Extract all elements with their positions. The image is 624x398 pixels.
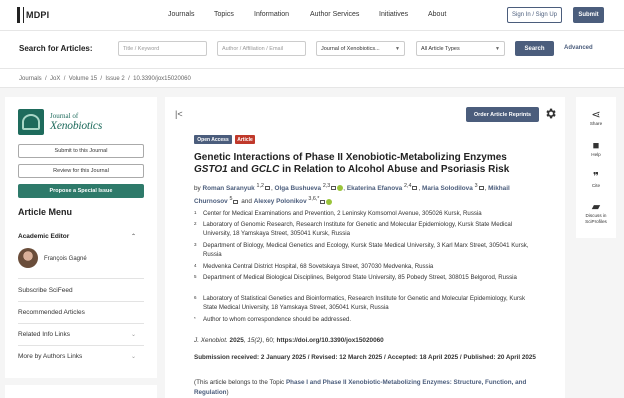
- journal-name-line1: Journal of: [50, 112, 79, 120]
- journal-name-line2[interactable]: Xenobiotics: [50, 120, 102, 132]
- editor-name[interactable]: François Gagné: [44, 256, 87, 262]
- nav-information[interactable]: Information: [254, 11, 289, 18]
- search-button[interactable]: Search: [515, 41, 554, 56]
- share-icon: ⋖: [591, 109, 601, 121]
- breadcrumb-issue[interactable]: Issue 2: [105, 76, 124, 82]
- orcid-icon[interactable]: [337, 185, 344, 192]
- email-icon[interactable]: [320, 199, 326, 204]
- sidebar-lower-panel: [5, 385, 157, 398]
- author-name[interactable]: Olga Bushueva: [275, 185, 322, 192]
- discuss-icon: ▰: [591, 201, 601, 213]
- journal-select-value: Journal of Xenobiotics...: [321, 45, 380, 52]
- breadcrumb-volume[interactable]: Volume 15: [69, 76, 97, 82]
- publication-dates: Submission received: 2 January 2025 / Re…: [194, 354, 536, 361]
- review-for-journal-button[interactable]: Review for this Journal: [18, 164, 144, 178]
- chevron-down-icon[interactable]: ⌄: [131, 353, 136, 360]
- right-tool-panel: ⋖ Share ■ Help ❞ Cite ▰ Discuss in SciPr…: [576, 97, 616, 238]
- divider: [18, 301, 144, 302]
- title-keyword-input[interactable]: Title / Keyword: [118, 41, 207, 56]
- collapse-sidebar-icon[interactable]: |<: [175, 109, 183, 119]
- mdpi-logo[interactable]: MDPI: [17, 5, 53, 25]
- mdpi-logo-text: MDPI: [26, 10, 50, 20]
- correspondence-note: * Author to whom correspondence should be…: [194, 316, 352, 323]
- chevron-down-icon: ▼: [395, 46, 400, 52]
- email-icon[interactable]: [412, 186, 418, 191]
- cite-button[interactable]: ❞ Cite: [576, 171, 616, 189]
- email-icon[interactable]: [478, 186, 484, 191]
- chevron-down-icon[interactable]: ⌄: [131, 331, 136, 338]
- open-access-badge: Open Access: [194, 135, 232, 144]
- breadcrumb-doi: 10.3390/jox15020060: [133, 76, 191, 82]
- help-icon: ■: [592, 140, 600, 152]
- cite-icon: ❞: [593, 171, 599, 183]
- affiliation-item: 2 Laboratory of Genomic Research, Researc…: [194, 221, 513, 237]
- academic-editor-heading: Academic Editor: [18, 233, 70, 240]
- chevron-up-icon[interactable]: ⌃: [131, 233, 136, 240]
- author-affiliation-input[interactable]: Author / Affiliation / Email: [217, 41, 306, 56]
- nav-author-services[interactable]: Author Services: [310, 11, 359, 18]
- recommended-articles-link[interactable]: Recommended Articles: [18, 309, 85, 316]
- article-title: Genetic Interactions of Phase II Xenobio…: [194, 152, 510, 175]
- divider: [18, 278, 144, 279]
- author-name[interactable]: Maria Solodilova: [422, 185, 473, 192]
- submit-to-journal-button[interactable]: Submit to this Journal: [18, 144, 144, 158]
- breadcrumb-journals[interactable]: Journals: [19, 76, 42, 82]
- journal-select[interactable]: Journal of Xenobiotics... ▼: [316, 41, 405, 56]
- author-name[interactable]: Ekaterina Efanova: [347, 185, 402, 192]
- affiliation-item: 6 Laboratory of Statistical Genetics and …: [194, 295, 525, 311]
- propose-special-issue-button[interactable]: Propose a Special Issue: [18, 184, 144, 198]
- mdpi-logo-mark: [17, 7, 24, 23]
- article-sidebar: Journal of Xenobiotics Submit to this Jo…: [5, 97, 157, 378]
- search-label: Search for Articles:: [19, 44, 93, 53]
- orcid-icon[interactable]: [326, 198, 333, 205]
- divider: [18, 323, 144, 324]
- discuss-button[interactable]: ▰ Discuss in SciProfiles: [576, 201, 616, 225]
- chevron-down-icon: ▼: [495, 46, 500, 52]
- author-name[interactable]: Roman Saranyuk: [203, 185, 255, 192]
- sign-in-button[interactable]: Sign In / Sign Up: [507, 7, 562, 23]
- more-by-authors-links[interactable]: More by Authors Links: [18, 353, 82, 360]
- gear-icon[interactable]: [544, 107, 557, 120]
- top-navbar: MDPI Journals Topics Information Author …: [0, 0, 624, 31]
- affiliation-item: 5 Department of Medical Biological Discip…: [194, 274, 517, 281]
- share-button[interactable]: ⋖ Share: [576, 109, 616, 127]
- journal-logo-icon[interactable]: [18, 109, 44, 135]
- affiliation-item: 1 Center for Medical Examinations and Pre…: [194, 210, 482, 217]
- citation-line: J. Xenobiot. 2025, 15(2), 60; https://do…: [194, 337, 384, 344]
- subscribe-scifeed-link[interactable]: Subscribe SciFeed: [18, 287, 73, 294]
- nav-journals[interactable]: Journals: [168, 11, 194, 18]
- email-icon[interactable]: [331, 186, 337, 191]
- order-reprints-button[interactable]: Order Article Reprints: [466, 107, 539, 122]
- article-type-value: All Article Types: [421, 45, 460, 52]
- article-main: |< Order Article Reprints Open Access Ar…: [165, 97, 565, 398]
- email-icon[interactable]: [233, 199, 239, 204]
- nav-about[interactable]: About: [428, 11, 446, 18]
- affiliation-item: 4 Medvenka Central District Hospital, 68 …: [194, 263, 434, 270]
- advanced-search-link[interactable]: Advanced: [564, 45, 593, 51]
- breadcrumb-jox[interactable]: JoX: [50, 76, 60, 82]
- author-name[interactable]: Alexey Polonikov: [254, 198, 307, 205]
- article-type-badge: Article: [235, 135, 255, 144]
- submit-button[interactable]: Submit: [573, 7, 604, 23]
- topic-note: (This article belongs to the Topic Phase…: [194, 379, 527, 396]
- email-icon[interactable]: [264, 186, 270, 191]
- author-list: by Roman Saranyuk 1,2, Olga Bushueva 2,3…: [194, 183, 510, 206]
- related-info-links[interactable]: Related Info Links: [18, 331, 70, 338]
- search-bar: Search for Articles: Title / Keyword Aut…: [0, 31, 624, 69]
- help-button[interactable]: ■ Help: [576, 140, 616, 158]
- breadcrumb: Journals / JoX / Volume 15 / Issue 2 / 1…: [19, 76, 191, 82]
- article-type-select[interactable]: All Article Types ▼: [416, 41, 505, 56]
- article-menu-title: Article Menu: [18, 207, 73, 217]
- nav-topics[interactable]: Topics: [214, 11, 234, 18]
- divider: [18, 345, 144, 346]
- affiliation-item: 3 Department of Biology, Medical Genetics…: [194, 242, 529, 258]
- avatar: [18, 248, 38, 268]
- nav-initiatives[interactable]: Initiatives: [379, 11, 408, 18]
- doi-link[interactable]: https://doi.org/10.3390/jox15020060: [276, 337, 383, 344]
